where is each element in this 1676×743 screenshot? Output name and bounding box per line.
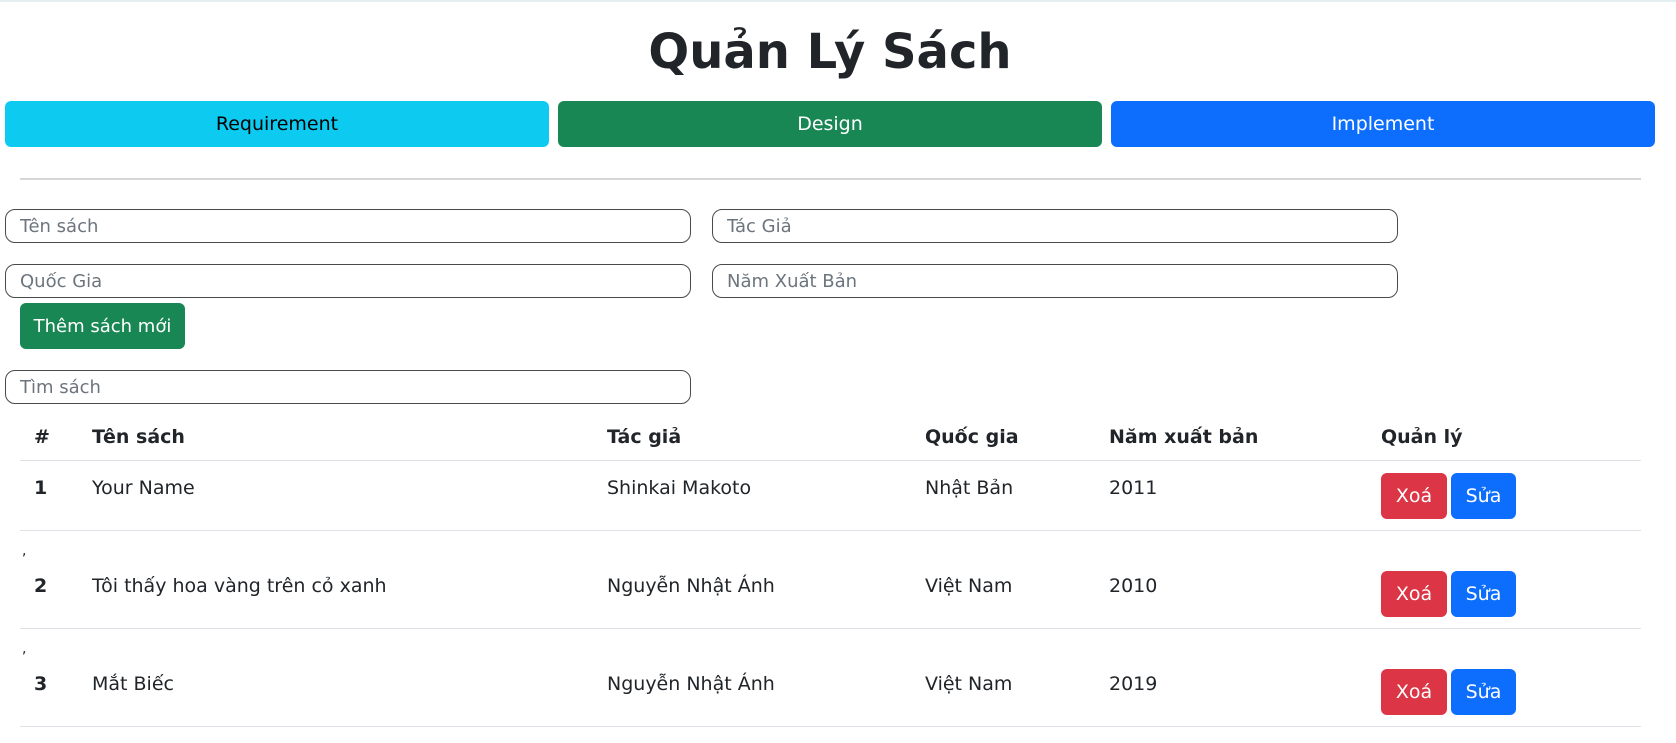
table-row: 1 Your Name Shinkai Makoto Nhật Bản 2011… (20, 460, 1641, 531)
year-cell: 2019 (1095, 657, 1367, 727)
manage-cell: Xoá Sửa (1367, 460, 1641, 531)
delete-button[interactable]: Xoá (1381, 472, 1447, 519)
column-header-publish-year: Năm xuất bản (1095, 414, 1367, 461)
edit-button[interactable]: Sửa (1451, 570, 1516, 617)
row-separator: , (20, 531, 1641, 559)
requirement-button[interactable]: Requirement (5, 101, 549, 147)
delete-button[interactable]: Xoá (1381, 570, 1447, 617)
country-input[interactable] (5, 264, 691, 298)
books-table: # Tên sách Tác giả Quốc gia Năm xuất bản… (20, 414, 1641, 727)
book-name-cell: Your Name (78, 460, 593, 531)
page-title: Quản Lý Sách (648, 24, 1012, 80)
divider (20, 178, 1641, 180)
separator-text: , (22, 641, 27, 657)
country-cell: Nhật Bản (911, 460, 1095, 531)
table-row: 3 Mắt Biếc Nguyễn Nhật Ánh Việt Nam 2019… (20, 657, 1641, 727)
search-input[interactable] (5, 370, 691, 404)
delete-button[interactable]: Xoá (1381, 668, 1447, 715)
author-cell: Shinkai Makoto (593, 460, 911, 531)
top-border (0, 0, 1676, 2)
column-header-number: # (20, 414, 78, 461)
implement-button[interactable]: Implement (1111, 101, 1655, 147)
column-header-manage: Quản lý (1367, 414, 1641, 461)
country-cell: Việt Nam (911, 559, 1095, 629)
edit-button[interactable]: Sửa (1451, 668, 1516, 715)
author-cell: Nguyễn Nhật Ánh (593, 657, 911, 727)
year-cell: 2010 (1095, 559, 1367, 629)
manage-cell: Xoá Sửa (1367, 657, 1641, 727)
author-cell: Nguyễn Nhật Ánh (593, 559, 911, 629)
row-number: 2 (20, 559, 78, 629)
row-separator: , (20, 629, 1641, 657)
row-number: 3 (20, 657, 78, 727)
author-input[interactable] (712, 209, 1398, 243)
separator-text: , (22, 543, 27, 559)
table-header-row: # Tên sách Tác giả Quốc gia Năm xuất bản… (20, 414, 1641, 461)
column-header-author: Tác giả (593, 414, 911, 461)
country-cell: Việt Nam (911, 657, 1095, 727)
design-button[interactable]: Design (558, 101, 1102, 147)
column-header-book-name: Tên sách (78, 414, 593, 461)
book-name-cell: Tôi thấy hoa vàng trên cỏ xanh (78, 559, 593, 629)
year-cell: 2011 (1095, 460, 1367, 531)
book-name-input[interactable] (5, 209, 691, 243)
add-book-button[interactable]: Thêm sách mới (20, 303, 185, 349)
table-row: 2 Tôi thấy hoa vàng trên cỏ xanh Nguyễn … (20, 559, 1641, 629)
book-name-cell: Mắt Biếc (78, 657, 593, 727)
edit-button[interactable]: Sửa (1451, 472, 1516, 519)
row-number: 1 (20, 460, 78, 531)
publish-year-input[interactable] (712, 264, 1398, 298)
column-header-country: Quốc gia (911, 414, 1095, 461)
manage-cell: Xoá Sửa (1367, 559, 1641, 629)
